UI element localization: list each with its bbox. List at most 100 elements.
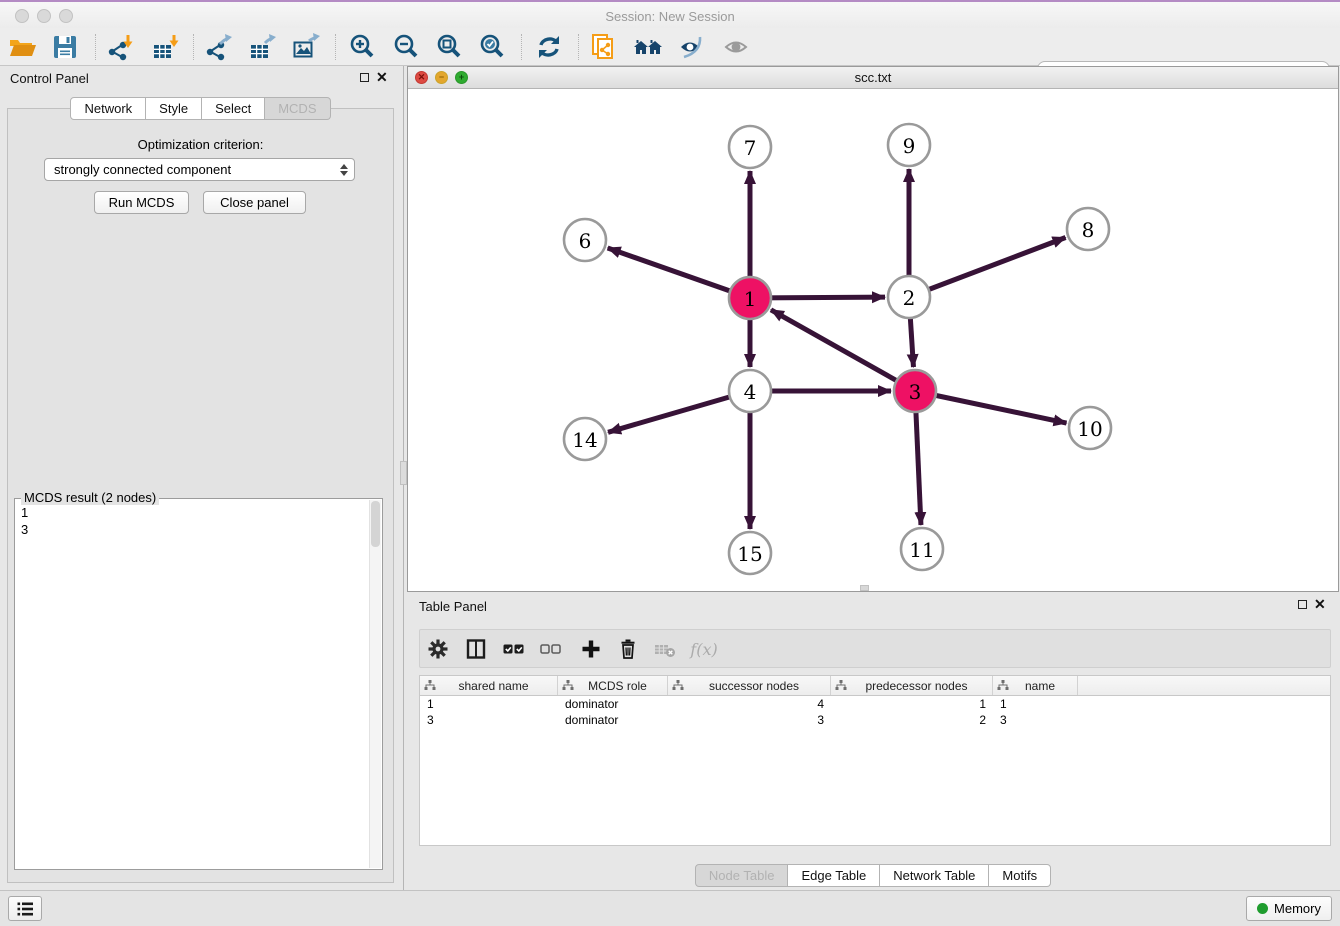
- table-panel-title: Table Panel: [419, 599, 487, 614]
- run-mcds-button[interactable]: Run MCDS: [94, 191, 189, 214]
- mcds-result-group: MCDS result (2 nodes) 1 3: [14, 498, 383, 870]
- cell-shared-name[interactable]: 1: [420, 696, 558, 712]
- tab-network[interactable]: Network: [70, 97, 146, 120]
- save-session-icon[interactable]: [49, 31, 81, 63]
- import-network-icon[interactable]: [104, 31, 136, 63]
- toolbar-separator: [578, 34, 579, 60]
- cell-successor-nodes[interactable]: 4: [668, 696, 831, 712]
- table-row-2[interactable]: 3dominator323: [420, 712, 1330, 728]
- edge-2-8[interactable]: [909, 238, 1066, 297]
- table-toolbar: f(x): [419, 629, 1331, 668]
- svg-text:15: 15: [737, 542, 762, 566]
- zoom-fit-icon[interactable]: [433, 31, 465, 63]
- task-history-button[interactable]: [8, 896, 42, 921]
- column-header-mcds-role[interactable]: MCDS role: [558, 676, 668, 695]
- table-row-1[interactable]: 1dominator411: [420, 696, 1330, 712]
- delete-row-icon[interactable]: [612, 633, 644, 665]
- first-neighbors-icon[interactable]: [632, 31, 664, 63]
- table-tab-edge-table[interactable]: Edge Table: [788, 864, 880, 887]
- svg-text:1: 1: [744, 287, 757, 311]
- refresh-layout-icon[interactable]: [533, 31, 565, 63]
- zoom-out-icon[interactable]: [390, 31, 422, 63]
- node-2[interactable]: 2: [888, 276, 930, 318]
- node-11[interactable]: 11: [901, 528, 943, 570]
- hide-selected-icon[interactable]: [676, 31, 708, 63]
- cell-predecessor-nodes[interactable]: 2: [831, 712, 993, 728]
- svg-text:3: 3: [909, 380, 922, 404]
- apply-function-icon: f(x): [688, 633, 720, 665]
- control-panel-close-icon[interactable]: ✕: [376, 72, 388, 82]
- edge-1-6[interactable]: [608, 248, 750, 298]
- cell-name[interactable]: 1: [993, 696, 1078, 712]
- import-table-icon[interactable]: [149, 31, 181, 63]
- optimization-criterion-label: Optimization criterion:: [0, 137, 401, 152]
- cell-successor-nodes[interactable]: 3: [668, 712, 831, 728]
- memory-button[interactable]: Memory: [1246, 896, 1332, 921]
- select-all-checks-icon[interactable]: [498, 633, 530, 665]
- list-icon: [15, 899, 35, 919]
- node-table-header: shared nameMCDS rolesuccessor nodesprede…: [420, 676, 1330, 696]
- node-1[interactable]: 1: [729, 277, 771, 319]
- column-header-predecessor-nodes[interactable]: predecessor nodes: [831, 676, 993, 695]
- node-7[interactable]: 7: [729, 126, 771, 168]
- column-header-successor-nodes[interactable]: successor nodes: [668, 676, 831, 695]
- node-table-body: 1dominator4113dominator323: [420, 696, 1330, 728]
- node-9[interactable]: 9: [888, 124, 930, 166]
- show-all-icon[interactable]: [721, 31, 753, 63]
- node-15[interactable]: 15: [729, 532, 771, 574]
- node-3[interactable]: 3: [894, 370, 936, 412]
- node-8[interactable]: 8: [1067, 208, 1109, 250]
- export-image-icon[interactable]: [290, 31, 322, 63]
- toolbar-separator: [335, 34, 336, 60]
- cell-mcds-role[interactable]: dominator: [558, 712, 668, 728]
- export-table-icon[interactable]: [246, 31, 278, 63]
- svg-text:11: 11: [909, 538, 934, 562]
- column-settings-icon[interactable]: [422, 633, 454, 665]
- cell-shared-name[interactable]: 3: [420, 712, 558, 728]
- control-panel-tabs: NetworkStyleSelectMCDS: [0, 97, 401, 120]
- close-panel-button[interactable]: Close panel: [203, 191, 306, 214]
- node-10[interactable]: 10: [1069, 407, 1111, 449]
- table-panel-float-icon[interactable]: [1298, 600, 1307, 609]
- mcds-result-scrollbar[interactable]: [369, 500, 381, 868]
- tab-mcds[interactable]: MCDS: [265, 97, 330, 120]
- open-session-icon[interactable]: [6, 31, 38, 63]
- export-network-icon[interactable]: [202, 31, 234, 63]
- table-tab-node-table[interactable]: Node Table: [695, 864, 789, 887]
- node-4[interactable]: 4: [729, 370, 771, 412]
- add-row-icon[interactable]: [575, 633, 607, 665]
- vertical-splitter-grip[interactable]: [400, 461, 407, 485]
- cell-name[interactable]: 3: [993, 712, 1078, 728]
- new-network-from-selection-icon[interactable]: [588, 31, 620, 63]
- memory-status-icon: [1257, 903, 1268, 914]
- svg-text:8: 8: [1082, 218, 1095, 242]
- cell-predecessor-nodes[interactable]: 1: [831, 696, 993, 712]
- column-header-shared-name[interactable]: shared name: [420, 676, 558, 695]
- tab-select[interactable]: Select: [202, 97, 265, 120]
- clear-all-checks-icon[interactable]: [535, 633, 567, 665]
- toolbar-separator: [95, 34, 96, 60]
- tab-style[interactable]: Style: [146, 97, 202, 120]
- criterion-select[interactable]: strongly connected component: [44, 158, 355, 181]
- table-tab-motifs[interactable]: Motifs: [989, 864, 1051, 887]
- cell-mcds-role[interactable]: dominator: [558, 696, 668, 712]
- node-6[interactable]: 6: [564, 219, 606, 261]
- table-panel-close-icon[interactable]: ✕: [1314, 599, 1326, 609]
- zoom-selected-icon[interactable]: [476, 31, 508, 63]
- criterion-value: strongly connected component: [54, 162, 340, 177]
- table-tab-network-table[interactable]: Network Table: [880, 864, 989, 887]
- node-14[interactable]: 14: [564, 418, 606, 460]
- svg-text:4: 4: [744, 380, 757, 404]
- edge-3-1[interactable]: [771, 310, 915, 391]
- zoom-in-icon[interactable]: [346, 31, 378, 63]
- toolbar-separator: [521, 34, 522, 60]
- horizontal-splitter-grip[interactable]: [860, 585, 869, 591]
- edge-3-10[interactable]: [915, 391, 1067, 423]
- mcds-result-list[interactable]: 1 3: [21, 504, 28, 538]
- column-header-name[interactable]: name: [993, 676, 1078, 695]
- status-bar: [0, 890, 1340, 926]
- svg-text:2: 2: [903, 286, 916, 310]
- show-columns-icon[interactable]: [460, 633, 492, 665]
- network-canvas[interactable]: 7 9 6 8 1 2 4 3 14 10 15 11: [408, 89, 1338, 591]
- control-panel-float-icon[interactable]: [360, 73, 369, 82]
